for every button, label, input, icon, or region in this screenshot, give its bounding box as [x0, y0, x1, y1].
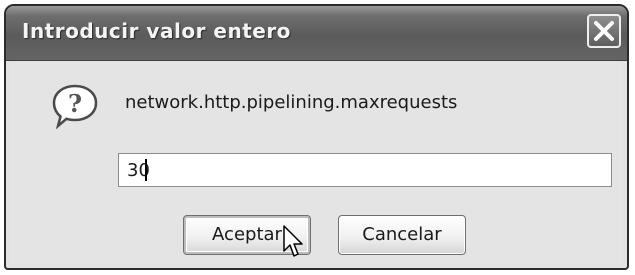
- dialog-body: ? network.http.pipelining.maxrequests Ac…: [10, 62, 623, 264]
- dialog-title: Introducir valor entero: [22, 19, 291, 43]
- svg-text:?: ?: [68, 89, 82, 118]
- mouse-pointer-icon: [283, 225, 303, 257]
- dialog-window: Introducir valor entero ? network.http.p…: [4, 4, 629, 270]
- integer-value-input[interactable]: [118, 153, 612, 187]
- title-bar[interactable]: Introducir valor entero: [6, 6, 627, 61]
- setting-name-label: network.http.pipelining.maxrequests: [125, 92, 458, 113]
- close-icon: [594, 21, 614, 41]
- question-icon: ?: [52, 84, 98, 130]
- cancel-button[interactable]: Cancelar: [338, 215, 466, 255]
- close-button[interactable]: [587, 14, 621, 48]
- text-caret: [145, 159, 147, 181]
